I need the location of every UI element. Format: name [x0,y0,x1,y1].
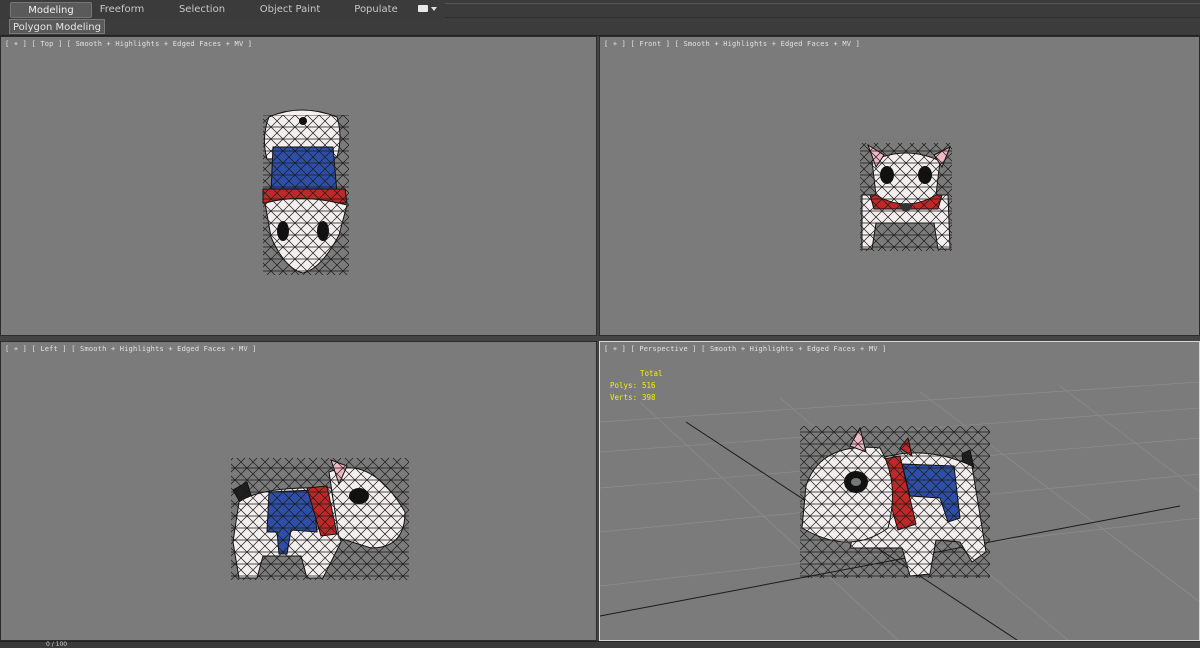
viewport-left[interactable]: [ + ] [ Left ] [ Smooth + Highlights + E… [0,341,597,641]
tab-populate[interactable]: Populate [346,2,406,18]
dog-model-top-view[interactable] [1,37,597,336]
tab-freeform[interactable]: Freeform [92,2,152,18]
polygon-modeling-button[interactable]: Polygon Modeling [9,19,105,34]
tab-object-paint[interactable]: Object Paint [252,2,328,18]
viewport-top[interactable]: [ + ] [ Top ] [ Smooth + Highlights + Ed… [0,36,597,336]
timeline-bar[interactable]: 0 / 100 [0,641,1200,648]
tab-selection[interactable]: Selection [172,2,232,18]
viewport-perspective[interactable]: [ + ] [ Perspective ] [ Smooth + Highlig… [599,341,1200,641]
tab-modeling[interactable]: Modeling [10,2,92,18]
ribbon-subpanel: Polygon Modeling [0,19,1200,36]
dog-model-perspective-view[interactable] [600,342,1200,641]
timeline-frame[interactable]: 0 / 100 [46,641,67,648]
ribbon-divider [445,3,1200,18]
ribbon-tab-bar: Modeling Freeform Selection Object Paint… [0,0,1200,20]
dog-model-front-view[interactable] [600,37,1200,336]
max-app-window: Modeling Freeform Selection Object Paint… [0,0,1200,648]
display-toggle-icon[interactable] [418,4,440,16]
viewport-front[interactable]: [ + ] [ Front ] [ Smooth + Highlights + … [599,36,1200,336]
dog-model-left-view[interactable] [1,342,597,641]
